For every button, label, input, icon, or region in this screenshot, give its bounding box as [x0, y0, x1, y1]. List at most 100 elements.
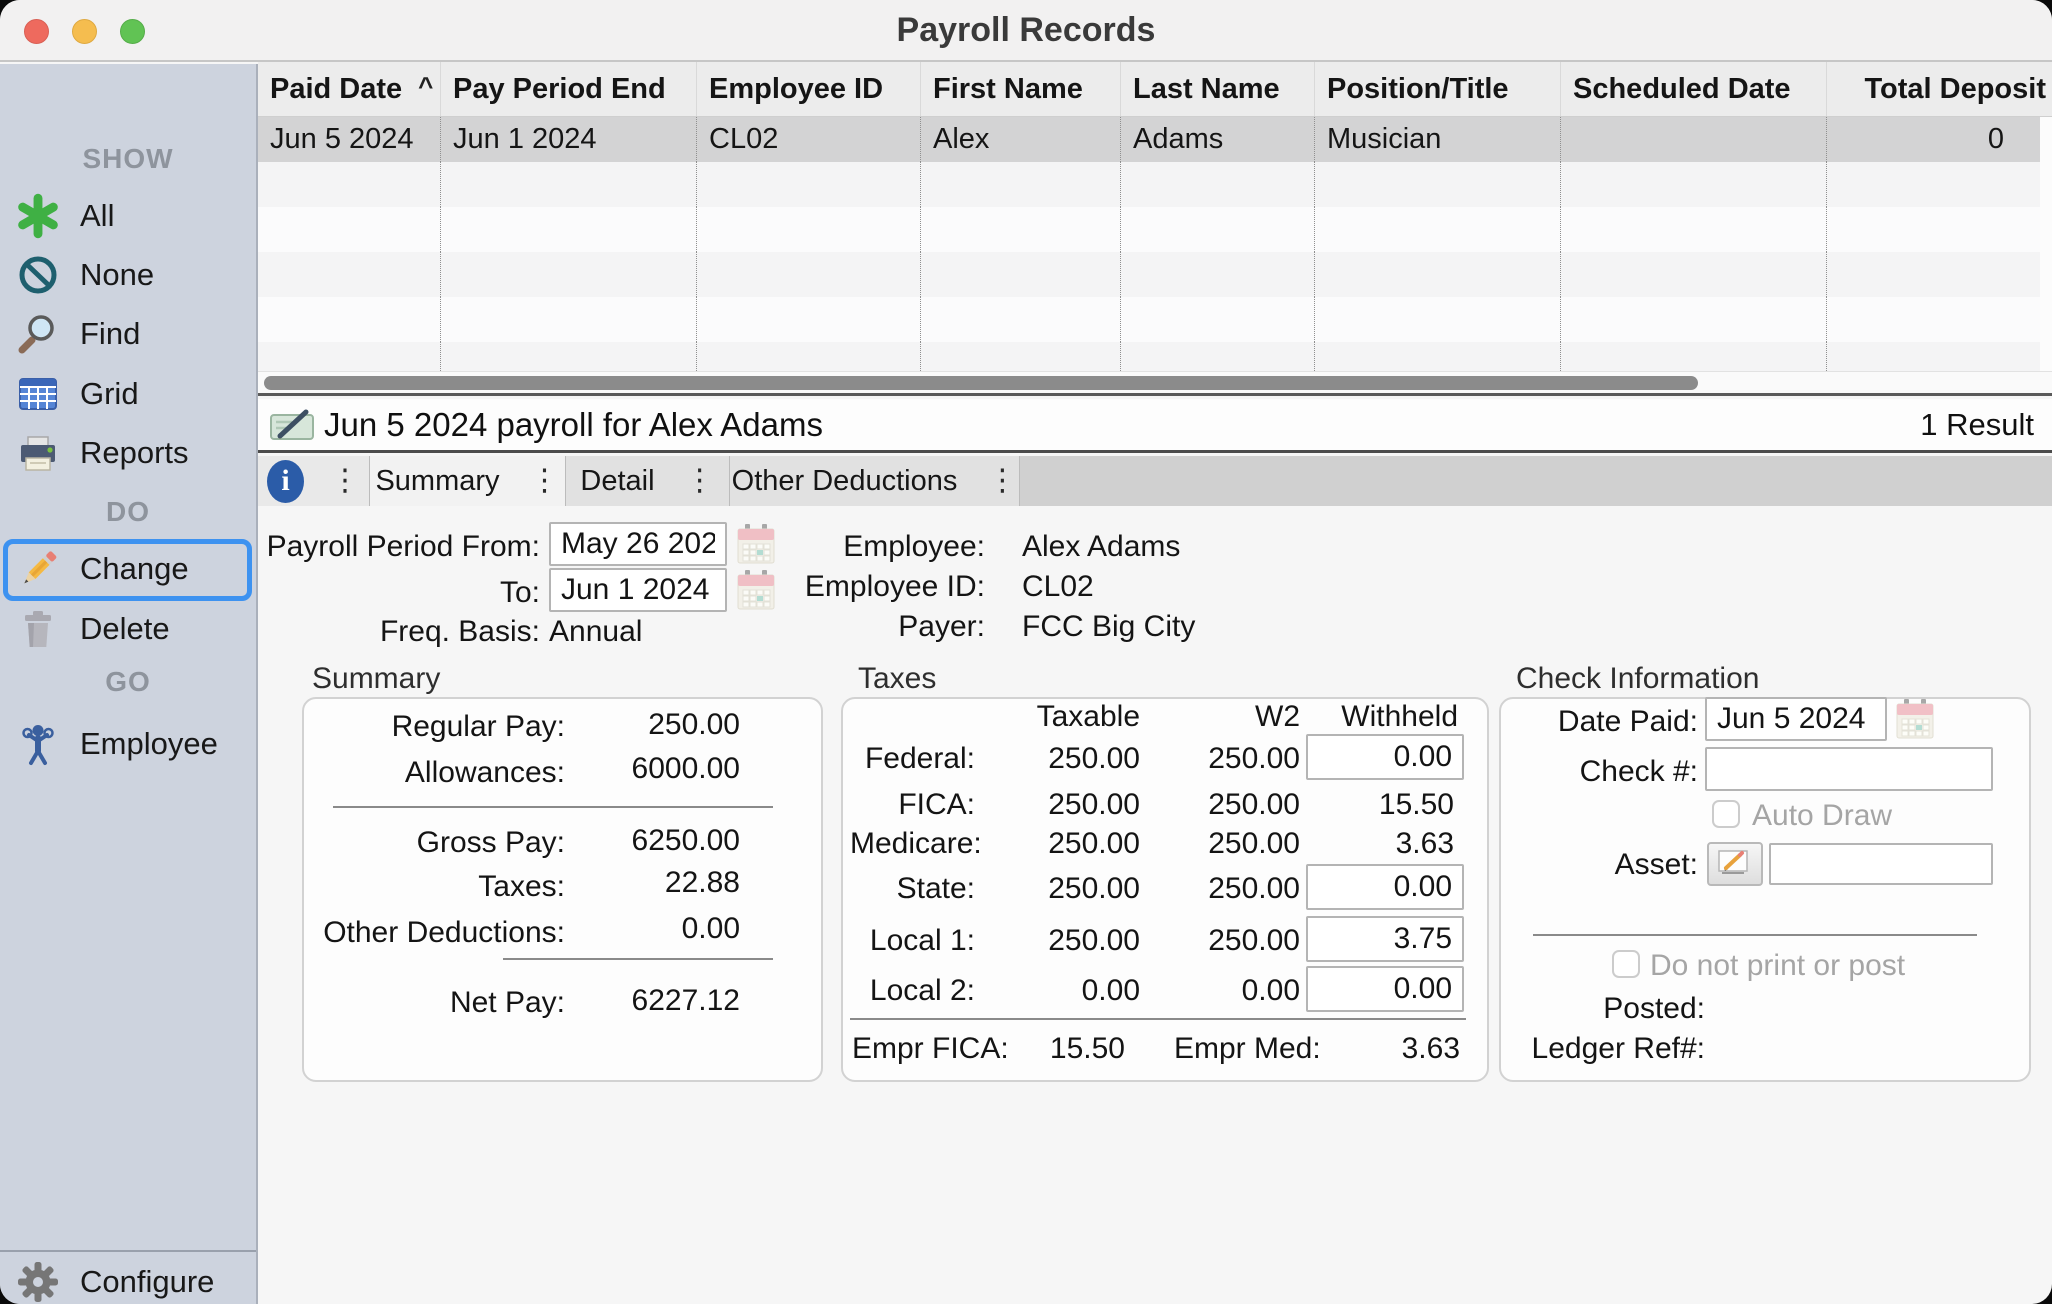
- fica-label: FICA:: [850, 788, 975, 822]
- taxes-label: Taxes:: [320, 870, 565, 904]
- column-header-first-name[interactable]: First Name: [921, 62, 1121, 116]
- table-header-row: Paid Date^ Pay Period End Employee ID Fi…: [258, 62, 2052, 117]
- state-taxable: 250.00: [990, 872, 1140, 906]
- local2-taxable: 0.00: [990, 974, 1140, 1008]
- person-icon: [12, 722, 64, 766]
- tab-other-deductions[interactable]: Other Deductions ⋮: [730, 456, 1020, 506]
- fica-w2: 250.00: [1160, 788, 1300, 822]
- trash-icon: [12, 607, 64, 651]
- sidebar-item-configure[interactable]: Configure: [0, 1254, 256, 1304]
- sidebar-item-label: Delete: [80, 611, 170, 647]
- column-header-scheduled-date[interactable]: Scheduled Date: [1561, 62, 1827, 116]
- table-empty-row[interactable]: [258, 252, 2040, 297]
- sidebar: SHOW All None Find Grid: [0, 64, 258, 1304]
- menu-dots-icon[interactable]: ⋮: [530, 466, 560, 496]
- date-paid-input[interactable]: [1705, 697, 1887, 741]
- sidebar-item-label: None: [80, 257, 154, 293]
- local1-withheld-input[interactable]: [1306, 916, 1464, 962]
- net-pay-label: Net Pay:: [320, 986, 565, 1020]
- sidebar-item-delete[interactable]: Delete: [0, 601, 256, 657]
- sidebar-item-find[interactable]: Find: [0, 306, 256, 362]
- record-info-segment: i ⋮: [258, 456, 370, 506]
- period-to-label: To:: [258, 576, 540, 610]
- w2-column-header: W2: [1160, 700, 1300, 734]
- taxes-divider: [850, 1018, 1466, 1020]
- asterisk-icon: [12, 193, 64, 239]
- employee-id-label: Employee ID:: [700, 570, 985, 604]
- tab-summary[interactable]: Summary ⋮: [370, 456, 566, 506]
- auto-draw-checkbox[interactable]: [1712, 800, 1740, 828]
- column-header-last-name[interactable]: Last Name: [1121, 62, 1315, 116]
- asset-label: Asset:: [1510, 848, 1698, 882]
- state-withheld-input[interactable]: [1306, 864, 1464, 910]
- do-not-print-checkbox[interactable]: [1612, 950, 1640, 978]
- menu-dots-icon[interactable]: ⋮: [987, 466, 1017, 496]
- sidebar-item-all[interactable]: All: [0, 188, 256, 244]
- summary-divider: [503, 958, 773, 960]
- calendar-icon[interactable]: [1895, 696, 1935, 747]
- horizontal-scrollbar-thumb[interactable]: [264, 376, 1698, 390]
- column-header-paid-date[interactable]: Paid Date^: [258, 62, 441, 116]
- federal-withheld-input[interactable]: [1306, 734, 1464, 780]
- sidebar-item-employee[interactable]: Employee: [0, 716, 256, 772]
- empr-fica-label: Empr FICA:: [852, 1032, 1009, 1066]
- table-empty-row[interactable]: [258, 207, 2040, 252]
- federal-taxable: 250.00: [990, 742, 1140, 776]
- other-deductions-label: Other Deductions:: [320, 916, 565, 950]
- sidebar-item-label: Grid: [80, 376, 139, 412]
- menu-dots-icon[interactable]: ⋮: [330, 466, 360, 496]
- freq-basis-value: Annual: [549, 615, 642, 649]
- medicare-label: Medicare:: [850, 827, 975, 861]
- asset-picker-button[interactable]: [1707, 842, 1763, 886]
- employee-id-value: CL02: [1022, 570, 1094, 604]
- result-count: 1 Result: [1920, 407, 2034, 443]
- check-info-group-title: Check Information: [1516, 662, 1759, 696]
- tab-detail[interactable]: Detail ⋮: [566, 456, 730, 506]
- grid-icon: [12, 372, 64, 416]
- sidebar-footer-divider: [0, 1250, 256, 1252]
- table-row-selected[interactable]: Jun 5 2024 Jun 1 2024 CL02 Alex Adams Mu…: [258, 117, 2040, 162]
- table-cell: [1561, 117, 1827, 162]
- column-header-employee-id[interactable]: Employee ID: [697, 62, 921, 116]
- info-icon[interactable]: i: [267, 460, 304, 503]
- table-cell: Alex: [921, 117, 1121, 162]
- column-header-pay-period-end[interactable]: Pay Period End: [441, 62, 697, 116]
- taxes-value: 22.88: [540, 866, 740, 900]
- asset-input[interactable]: [1769, 843, 1993, 885]
- allowances-label: Allowances:: [320, 756, 565, 790]
- check-pen-icon: [270, 408, 314, 442]
- local2-withheld-input[interactable]: [1306, 966, 1464, 1012]
- table-empty-row[interactable]: [258, 162, 2040, 207]
- check-info-divider: [1533, 934, 1977, 936]
- table-empty-row[interactable]: [258, 297, 2040, 342]
- sidebar-item-none[interactable]: None: [0, 247, 256, 303]
- column-header-total-deposit[interactable]: Total Deposit: [1827, 62, 2052, 116]
- column-header-position-title[interactable]: Position/Title: [1315, 62, 1561, 116]
- window-title: Payroll Records: [0, 0, 2052, 62]
- record-status-bar: Jun 5 2024 payroll for Alex Adams 1 Resu…: [258, 399, 2052, 453]
- net-pay-value: 6227.12: [540, 984, 740, 1018]
- sidebar-item-grid[interactable]: Grid: [0, 366, 256, 422]
- payer-label: Payer:: [700, 610, 985, 644]
- taxes-group-title: Taxes: [858, 662, 936, 696]
- record-title: Jun 5 2024 payroll for Alex Adams: [324, 406, 823, 444]
- check-number-input[interactable]: [1705, 747, 1993, 791]
- local1-label: Local 1:: [850, 924, 975, 958]
- sidebar-section-show: SHOW: [0, 139, 256, 179]
- sidebar-item-change[interactable]: Change: [0, 541, 256, 597]
- table-cell: 0: [1827, 117, 2040, 162]
- empr-med-value: 3.63: [1330, 1032, 1460, 1066]
- gear-icon: [12, 1260, 64, 1304]
- menu-dots-icon[interactable]: ⋮: [685, 466, 715, 496]
- check-number-label: Check #:: [1510, 755, 1698, 789]
- local1-w2: 250.00: [1160, 924, 1300, 958]
- table-cell: Adams: [1121, 117, 1315, 162]
- taxable-column-header: Taxable: [990, 700, 1140, 734]
- horizontal-scrollbar[interactable]: [258, 371, 2052, 393]
- ledger-ref-label: Ledger Ref#:: [1510, 1032, 1705, 1066]
- payer-value: FCC Big City: [1022, 610, 1195, 644]
- sidebar-section-go: GO: [0, 662, 256, 702]
- other-deductions-value: 0.00: [540, 912, 740, 946]
- sidebar-item-reports[interactable]: Reports: [0, 425, 256, 481]
- pencil-icon: [12, 546, 64, 592]
